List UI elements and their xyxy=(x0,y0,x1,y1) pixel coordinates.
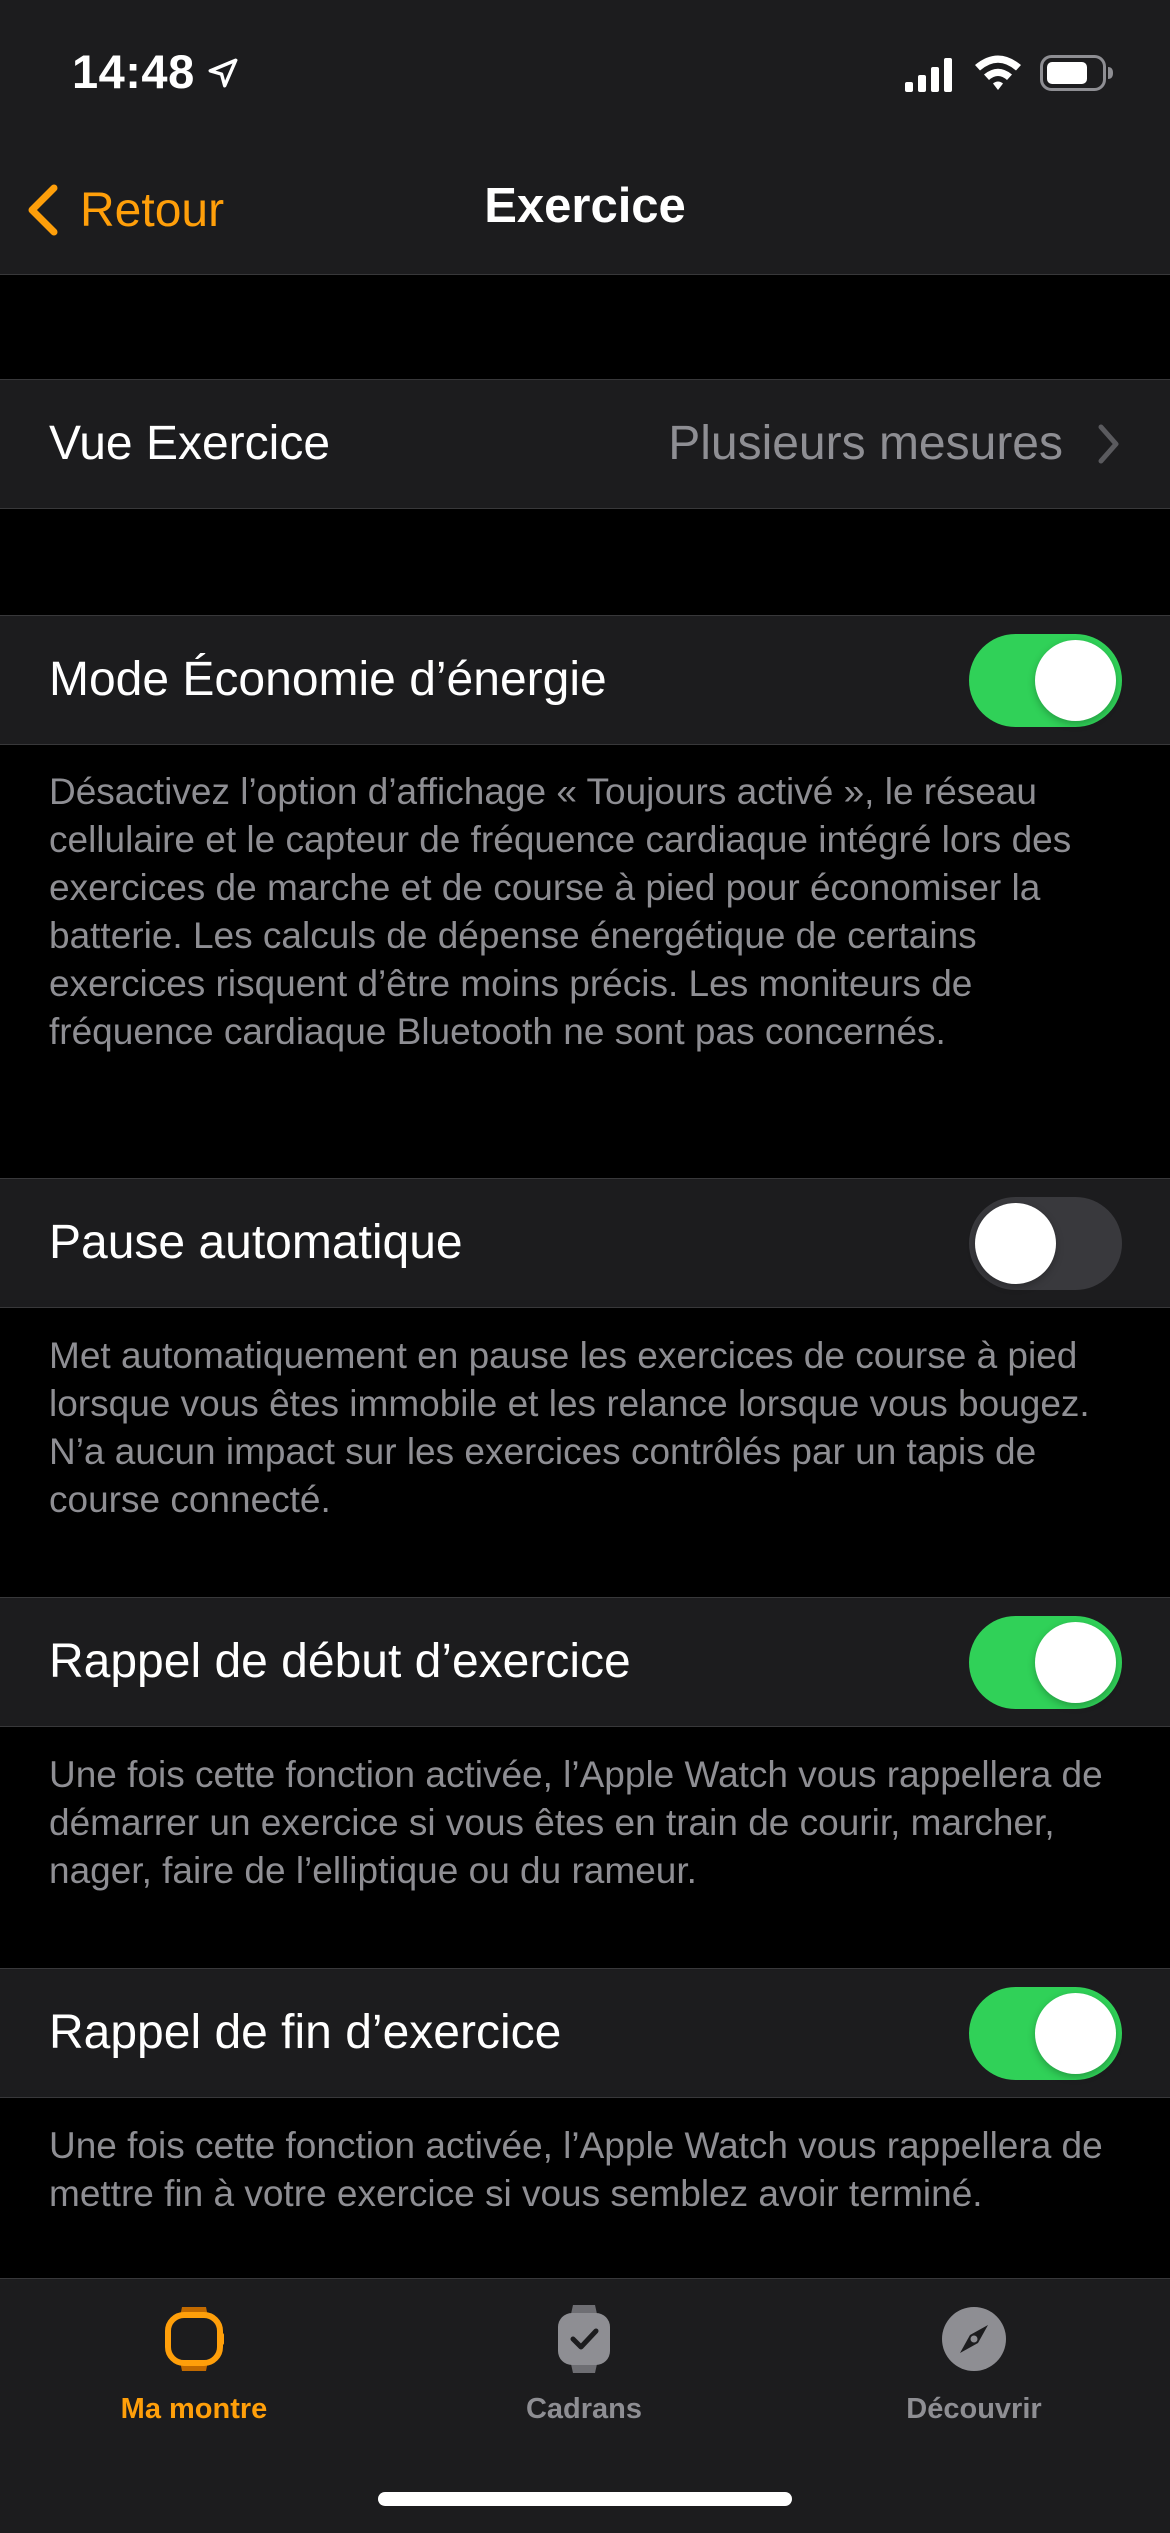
exercise-view-row[interactable]: Vue Exercice Plusieurs mesures xyxy=(0,379,1170,509)
auto-pause-label: Pause automatique xyxy=(49,1216,463,1269)
power-saving-mode-label: Mode Économie d’énergie xyxy=(49,653,607,706)
power-saving-mode-row: Mode Économie d’énergie xyxy=(0,615,1170,745)
exercise-view-label: Vue Exercice xyxy=(49,417,331,470)
watch-icon xyxy=(165,2307,224,2371)
home-indicator xyxy=(378,2492,792,2506)
toggle-knob xyxy=(1035,1622,1116,1703)
back-button-label: Retour xyxy=(80,183,225,237)
end-workout-reminder-row: Rappel de fin d’exercice xyxy=(0,1968,1170,2098)
tab-discover-label: Découvrir xyxy=(906,2393,1042,2425)
watch-faces-icon xyxy=(558,2305,610,2373)
battery-icon xyxy=(1040,55,1113,91)
start-workout-reminder-toggle[interactable] xyxy=(969,1616,1122,1709)
tab-watch-faces-label: Cadrans xyxy=(525,2393,643,2425)
tab-bar: Ma montre Cadrans Découvrir xyxy=(0,2278,1170,2533)
power-saving-mode-toggle[interactable] xyxy=(969,634,1122,727)
start-workout-reminder-row: Rappel de début d’exercice xyxy=(0,1597,1170,1727)
back-button[interactable]: Retour xyxy=(22,170,224,250)
auto-pause-toggle[interactable] xyxy=(969,1197,1122,1290)
status-time: 14:48 xyxy=(72,45,195,98)
end-workout-reminder-toggle[interactable] xyxy=(969,1987,1122,2080)
auto-pause-row: Pause automatique xyxy=(0,1178,1170,1308)
end-workout-reminder-description: Une fois cette fonction activée, l’Apple… xyxy=(49,2125,1103,2214)
chevron-right-icon xyxy=(1098,424,1119,464)
tab-my-watch-label: Ma montre xyxy=(120,2393,268,2425)
cellular-signal-icon xyxy=(905,58,952,92)
chevron-left-icon xyxy=(28,184,58,236)
auto-pause-description: Met automatiquement en pause les exercic… xyxy=(49,1335,1090,1520)
compass-icon xyxy=(942,2307,1006,2371)
end-workout-reminder-label: Rappel de fin d’exercice xyxy=(49,2006,562,2059)
navigation-bar: Exercice Retour xyxy=(0,150,1170,275)
toggle-knob xyxy=(975,1203,1056,1284)
exercise-view-value: Plusieurs mesures xyxy=(668,417,1063,470)
tab-watch-faces[interactable]: Cadrans xyxy=(434,2299,734,2449)
toggle-knob xyxy=(1035,640,1116,721)
location-arrow-icon xyxy=(208,58,238,88)
start-workout-reminder-description: Une fois cette fonction activée, l’Apple… xyxy=(49,1754,1103,1891)
tab-discover[interactable]: Découvrir xyxy=(824,2299,1124,2449)
start-workout-reminder-label: Rappel de début d’exercice xyxy=(49,1635,631,1688)
wifi-icon xyxy=(975,55,1021,90)
tab-my-watch[interactable]: Ma montre xyxy=(44,2299,344,2449)
status-bar: 14:48 xyxy=(0,0,1170,150)
toggle-knob xyxy=(1035,1993,1116,2074)
power-saving-mode-description: Désactivez l’option d’affichage « Toujou… xyxy=(49,771,1072,1052)
